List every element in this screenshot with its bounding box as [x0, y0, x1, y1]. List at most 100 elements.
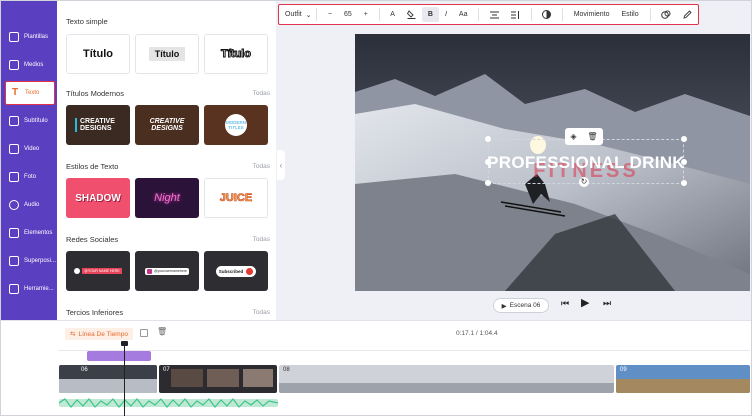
layers-icon[interactable]: ◈ — [570, 132, 576, 141]
duplicate-icon[interactable] — [140, 329, 148, 337]
tools-icon — [9, 284, 19, 294]
trash-icon[interactable]: 🗑 — [157, 327, 167, 336]
text-toolbar: Outfit ⌄ − 65 + A B I Aa Movimiento Estil… — [278, 4, 699, 25]
timeline-time: 0:17.1 / 1:04.4 — [456, 330, 498, 337]
play-icon: ▶ — [581, 297, 590, 309]
sidebar-item-subtitle[interactable]: Subtítulo — [5, 109, 55, 133]
text-panel: Texto simple Título Título Título Título… — [57, 1, 276, 320]
media-icon — [9, 60, 19, 70]
bold-button[interactable]: B — [421, 7, 439, 22]
font-select[interactable]: Outfit ⌄ — [285, 11, 311, 19]
pencil-icon — [683, 10, 692, 19]
video-preview[interactable]: FITNESS ◈ 🗑 PROFESSIONAL DRINK ↻ — [355, 34, 750, 291]
text-icon: T — [11, 87, 19, 98]
overlay-icon — [9, 256, 19, 266]
line-spacing-icon — [510, 10, 519, 19]
timeline-ruler — [58, 345, 750, 351]
video-clip[interactable]: 08 — [279, 365, 614, 393]
font-size-increase-button[interactable]: + — [358, 11, 374, 18]
collapse-panel-handle[interactable]: ‹ — [277, 150, 285, 180]
sidebar-rail: Plantillas Medios T Texto Subtítulo Video… — [1, 1, 57, 320]
sidebar-item-media[interactable]: Medios — [5, 53, 55, 77]
modern-title-card[interactable]: CREATIVE DESIGNS — [135, 105, 199, 145]
instagram-icon — [147, 268, 153, 274]
trash-icon[interactable]: 🗑 — [587, 132, 597, 141]
bell-icon — [246, 267, 254, 275]
floating-text-tools: ◈ 🗑 — [565, 128, 603, 145]
skip-forward-icon: ⏭ — [603, 298, 612, 308]
modern-title-card[interactable]: CREATIVE DESIGNS — [66, 105, 130, 145]
sidebar-item-templates[interactable]: Plantillas — [5, 25, 55, 49]
chevron-down-icon: ⌄ — [305, 11, 312, 19]
text-case-button[interactable]: Aa — [453, 11, 474, 18]
opacity-button[interactable] — [536, 10, 557, 19]
rotate-icon[interactable]: ↻ — [579, 177, 589, 187]
social-card[interactable]: @YOUR NAME HERE — [66, 251, 130, 291]
sidebar-item-photo[interactable]: Foto — [5, 165, 55, 189]
sidebar-item-text[interactable]: T Texto — [5, 81, 55, 105]
section-title: Redes Sociales — [66, 235, 119, 244]
sidebar-item-overlay[interactable]: Superposi... — [5, 249, 56, 273]
text-template-card[interactable]: Título — [66, 34, 130, 74]
animation-icon — [661, 10, 671, 19]
section-title: Tercios Inferiores — [66, 308, 124, 317]
motion-button[interactable]: Movimiento — [568, 11, 616, 18]
selected-title-text[interactable]: PROFESSIONAL DRINK — [485, 153, 687, 173]
scene-button[interactable]: ▶ Escena 06 — [493, 298, 549, 313]
text-style-card[interactable]: SHADOW — [66, 178, 130, 218]
text-template-card[interactable]: Título — [204, 34, 268, 74]
modern-title-card[interactable]: MODERN TITLES — [204, 105, 268, 145]
audio-icon — [9, 200, 19, 210]
play-button[interactable]: ▶ — [581, 296, 589, 309]
text-color-button[interactable]: A — [384, 11, 401, 18]
edit-button[interactable] — [677, 10, 698, 19]
next-scene-button[interactable]: ⏭ — [603, 298, 611, 309]
video-clip[interactable]: 09 — [616, 365, 750, 393]
resize-handle[interactable] — [681, 136, 687, 142]
social-card[interactable]: @yourusernamehere — [135, 251, 199, 291]
text-template-card[interactable]: Título — [135, 34, 199, 74]
align-center-icon — [489, 11, 499, 18]
social-card[interactable]: Subscribed — [204, 251, 268, 291]
sidebar-item-audio[interactable]: Audio — [5, 193, 55, 217]
sidebar-item-video[interactable]: Video — [5, 137, 55, 161]
style-button[interactable]: Estilo — [616, 11, 645, 18]
previous-scene-button[interactable]: ⏮ — [561, 298, 569, 309]
see-all-link[interactable]: Todas — [253, 90, 270, 97]
template-icon — [9, 32, 19, 42]
video-clip[interactable]: 06 — [59, 365, 157, 393]
text-clip[interactable] — [87, 351, 151, 361]
resize-handle[interactable] — [485, 180, 491, 186]
video-clip[interactable]: 07 — [159, 365, 277, 393]
resize-handle[interactable] — [485, 136, 491, 142]
subtitle-icon — [9, 116, 19, 126]
resize-handle[interactable] — [681, 180, 687, 186]
photo-icon — [9, 172, 19, 182]
highlight-color-button[interactable] — [401, 10, 422, 19]
audio-waveform[interactable] — [59, 397, 278, 409]
font-size-decrease-button[interactable]: − — [322, 11, 338, 18]
timeline-toggle[interactable]: ⇆ Línea De Tiempo — [65, 328, 133, 340]
section-title: Títulos Modernos — [66, 89, 124, 98]
play-icon: ▶ — [501, 302, 507, 310]
section-title: Estilos de Texto — [66, 162, 119, 171]
chevron-left-icon: ‹ — [279, 160, 283, 170]
font-size-value[interactable]: 65 — [338, 11, 358, 18]
opacity-icon — [542, 10, 552, 19]
italic-button[interactable]: I — [439, 11, 453, 18]
sidebar-item-tools[interactable]: Herramie... — [5, 277, 55, 301]
sidebar-item-elements[interactable]: Elementos — [5, 221, 55, 245]
animation-button[interactable] — [655, 10, 677, 19]
timeline-icon: ⇆ — [70, 331, 76, 338]
timeline: ⇆ Línea De Tiempo 🗑 0:17.1 / 1:04.4 06 07… — [1, 320, 751, 416]
text-style-card[interactable]: JUICE — [204, 178, 268, 218]
see-all-link[interactable]: Todas — [253, 236, 270, 243]
playhead[interactable] — [121, 341, 128, 416]
see-all-link[interactable]: Todas — [253, 309, 270, 316]
spacing-button[interactable] — [505, 10, 526, 19]
skip-back-icon: ⏮ — [561, 298, 570, 308]
video-icon — [9, 144, 19, 154]
see-all-link[interactable]: Todas — [253, 163, 270, 170]
text-style-card[interactable]: Night — [135, 178, 199, 218]
align-center-button[interactable] — [484, 11, 505, 19]
